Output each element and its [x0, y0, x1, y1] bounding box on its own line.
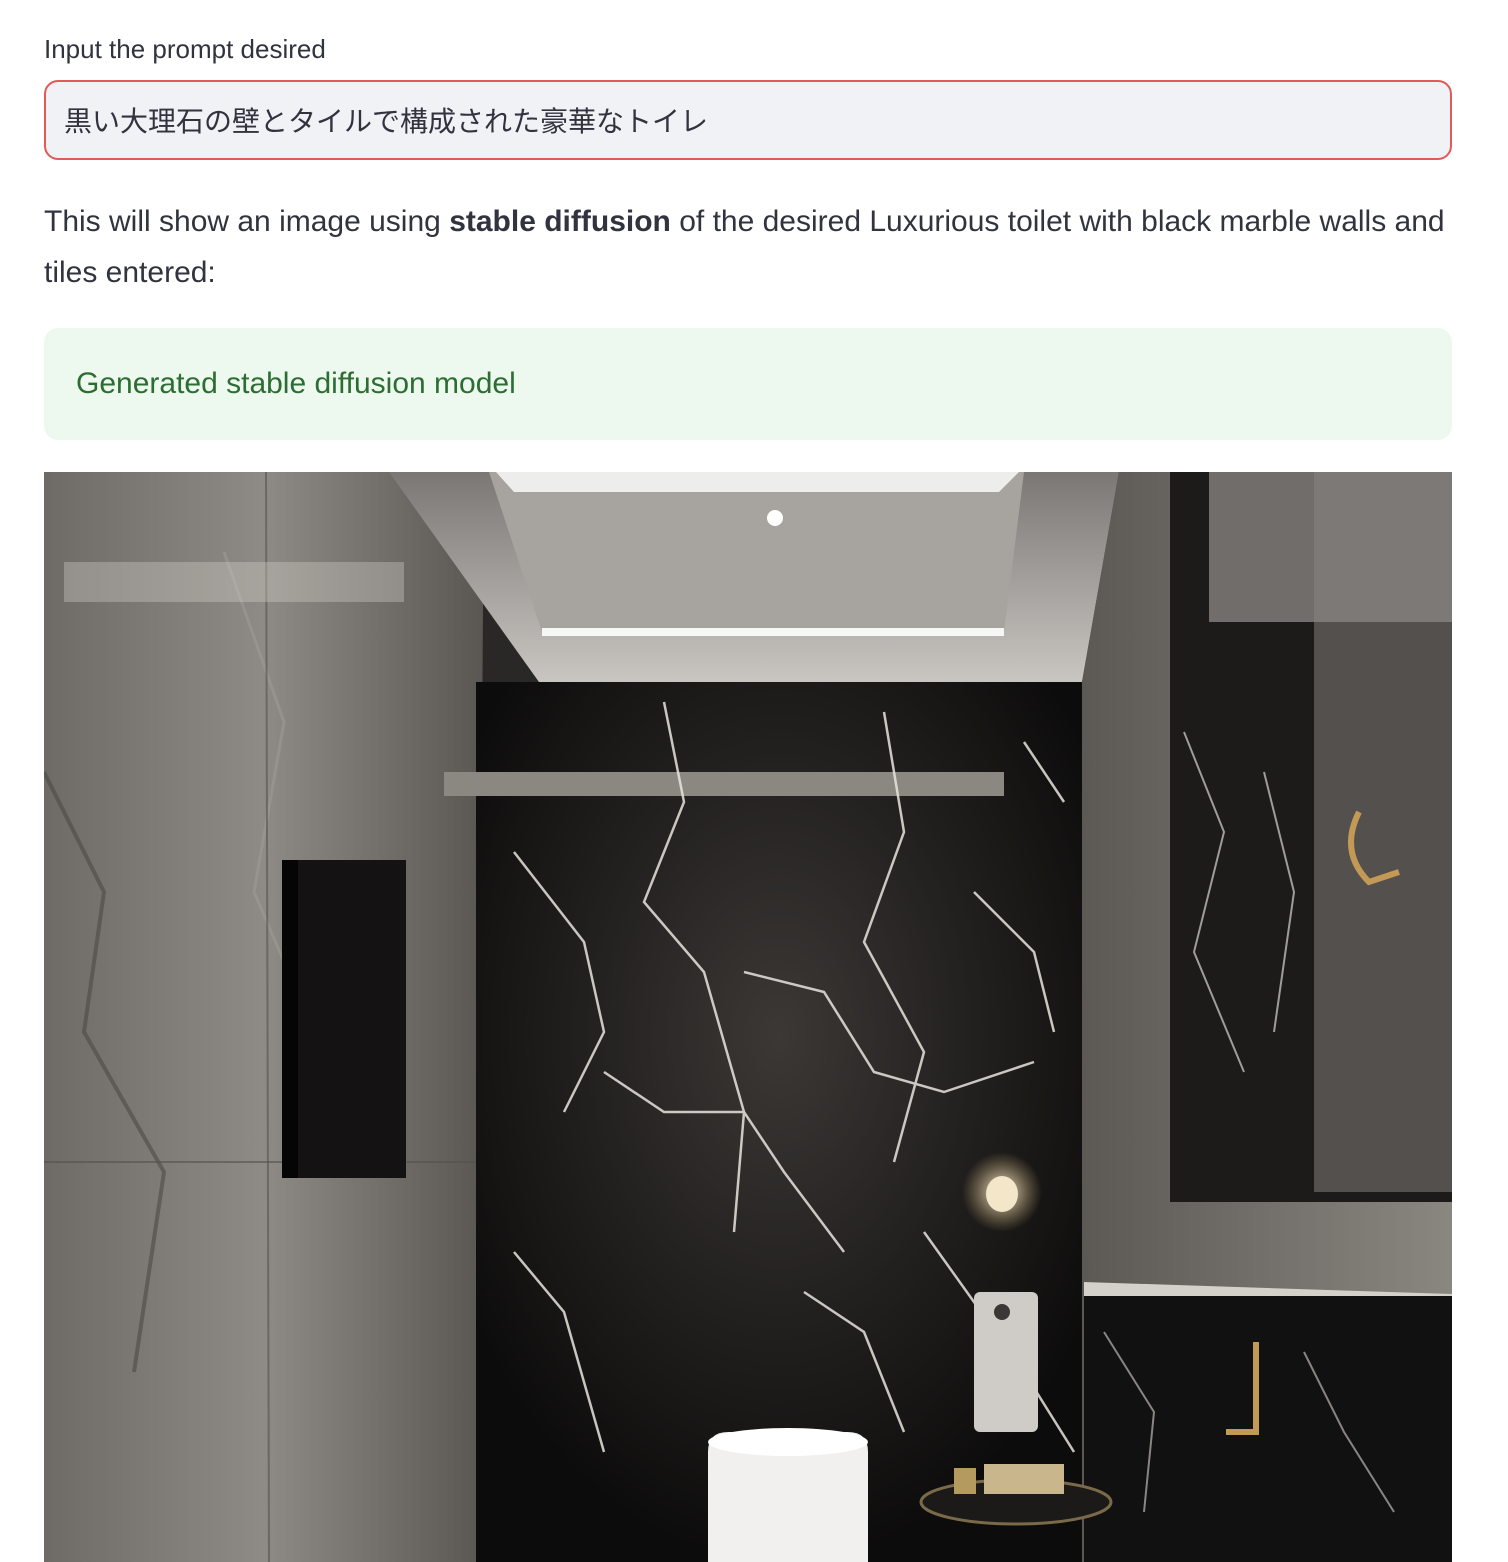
- prompt-input-label: Input the prompt desired: [44, 34, 326, 64]
- left-wall: [44, 472, 484, 1562]
- main-content: Input the prompt desired This will show …: [44, 0, 1452, 1562]
- description-prefix: This will show an image using: [44, 205, 450, 238]
- description-text: This will show an image using stable dif…: [44, 196, 1452, 298]
- description-bold: stable diffusion: [449, 205, 671, 238]
- wall-shelf: [444, 772, 1004, 796]
- prompt-input[interactable]: [44, 80, 1452, 160]
- wall-lamp: [986, 1176, 1018, 1212]
- success-alert: Generated stable diffusion model: [44, 328, 1452, 440]
- generated-image: [44, 472, 1452, 1562]
- success-message: Generated stable diffusion model: [76, 367, 516, 400]
- ceiling-light: [767, 510, 783, 526]
- bathroom-illustration: [44, 472, 1452, 1562]
- wall-cabinet: [282, 860, 406, 1178]
